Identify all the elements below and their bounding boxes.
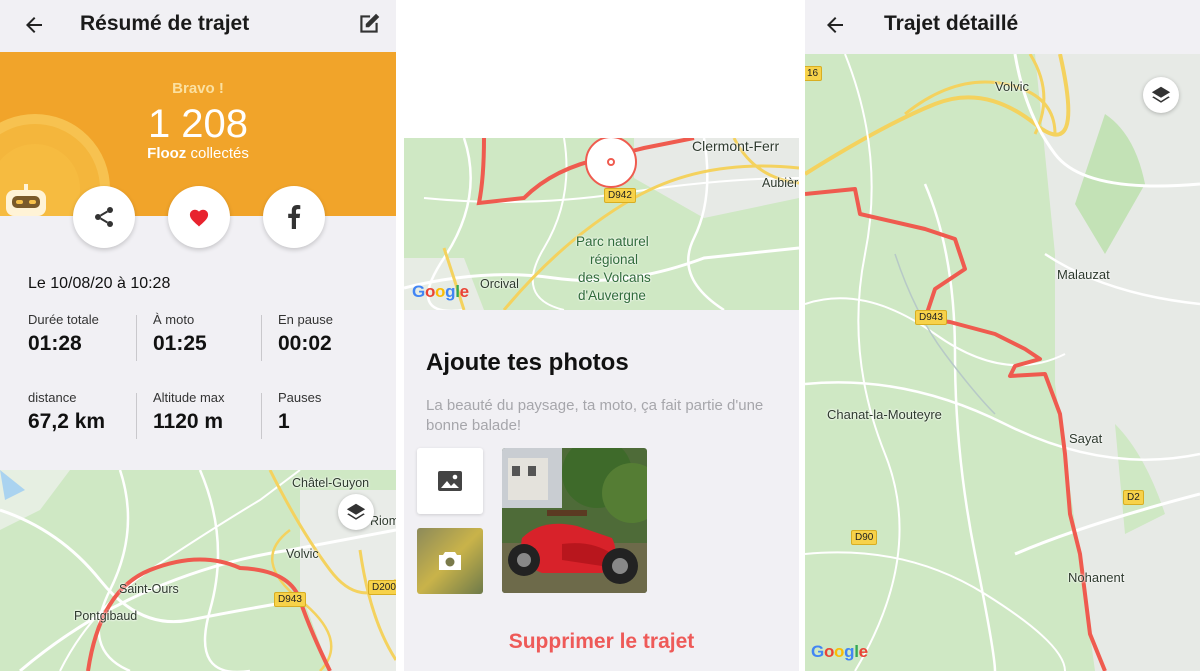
bravo-text: Bravo !	[172, 80, 224, 97]
edit-icon[interactable]	[356, 11, 382, 37]
top-area	[404, 0, 799, 138]
map-label: Orcival	[480, 277, 519, 291]
flooz-collected: collectés	[190, 145, 249, 162]
trip-date: Le 10/08/20 à 10:28	[28, 275, 171, 292]
road-tag: 16	[805, 66, 823, 81]
camera-icon	[439, 552, 461, 570]
map-label: Volvic	[286, 547, 319, 561]
map-label: Malauzat	[1057, 267, 1110, 282]
map-label: des Volcans	[578, 270, 651, 285]
map-layers-button[interactable]	[1143, 77, 1179, 113]
map-label: d'Auvergne	[578, 288, 646, 303]
map-label: Châtel-Guyon	[292, 476, 370, 490]
flooz-amount: 1 208	[147, 102, 249, 146]
trip-detail-screen: Trajet détaillé 16 D943 D2 D90 Volvic Ma	[805, 0, 1200, 671]
heart-icon	[189, 209, 209, 227]
map-label: Nohanent	[1068, 570, 1125, 585]
layers-icon	[346, 503, 366, 520]
stat-value-paused: 00:02	[278, 332, 332, 355]
road-tag: D942	[604, 188, 636, 203]
map-label: régional	[590, 252, 639, 267]
trip-map[interactable]: Clermont-Ferr Aubièr Orcival Parc nature…	[404, 138, 799, 310]
back-arrow-icon[interactable]	[823, 13, 847, 37]
map-label: Parc naturel	[576, 234, 649, 249]
add-from-gallery-button[interactable]	[417, 448, 483, 514]
road-tag: D943	[915, 310, 947, 325]
map-label: Pontgibaud	[74, 609, 138, 623]
map-layers-button[interactable]	[338, 494, 374, 530]
divider	[261, 315, 262, 361]
like-button[interactable]	[168, 186, 230, 248]
road-tag: D90	[851, 530, 878, 545]
detailed-trip-map[interactable]: 16 D943 D2 D90 Volvic Malauzat Chanat-la…	[805, 54, 1200, 671]
trip-photo-thumbnail[interactable]	[502, 448, 647, 593]
map-canvas	[805, 54, 1200, 671]
map-canvas	[0, 470, 396, 671]
marker-dot	[607, 158, 615, 166]
google-logo: Google	[412, 282, 469, 301]
trip-map-preview[interactable]: Châtel-Guyon Riom Volvic Saint-Ours Pont…	[0, 470, 396, 671]
back-arrow-icon[interactable]	[22, 13, 46, 37]
delete-trip-button[interactable]: Supprimer le trajet	[404, 630, 799, 654]
flooz-unit: Flooz	[147, 145, 187, 162]
divider	[136, 393, 137, 439]
image-icon	[438, 471, 462, 491]
map-label: Riom	[370, 514, 396, 528]
stat-value-total-duration: 01:28	[28, 332, 82, 355]
trip-photos-screen: Clermont-Ferr Aubièr Orcival Parc nature…	[404, 0, 799, 671]
add-photos-subtitle: La beauté du paysage, ta moto, ça fait p…	[426, 397, 764, 434]
road-tag: D943	[274, 592, 306, 607]
stat-value-riding: 01:25	[153, 332, 207, 355]
map-label: Saint-Ours	[119, 582, 179, 596]
trip-start-marker[interactable]	[585, 138, 637, 188]
divider	[261, 393, 262, 439]
facebook-share-button[interactable]	[263, 186, 325, 248]
layers-icon	[1151, 86, 1171, 103]
robot-mascot-icon	[6, 184, 46, 216]
page-title: Trajet détaillé	[884, 12, 1019, 35]
stat-label-pauses: Pauses	[278, 390, 322, 405]
google-logo: Google	[811, 642, 868, 661]
stat-value-distance: 67,2 km	[28, 410, 106, 433]
page-title: Résumé de trajet	[80, 12, 250, 35]
road-tag: D2	[1123, 490, 1144, 505]
app-bar: Résumé de trajet	[0, 0, 396, 52]
motorcycle-photo	[502, 448, 647, 593]
map-label: Volvic	[995, 79, 1029, 94]
map-label: Clermont-Ferr	[692, 138, 780, 154]
map-label: Sayat	[1069, 431, 1103, 446]
share-button[interactable]	[73, 186, 135, 248]
stat-value-pauses: 1	[278, 410, 290, 433]
stat-label-paused: En pause	[278, 312, 333, 327]
map-label: Chanat-la-Mouteyre	[827, 407, 942, 422]
stat-label-total-duration: Durée totale	[28, 312, 99, 327]
trip-summary-screen: Résumé de trajet Bravo ! 1 208 Flooz col…	[0, 0, 396, 671]
flooz-caption: Flooz collectés	[0, 145, 396, 162]
stat-label-max-altitude: Altitude max	[153, 390, 225, 405]
app-bar: Trajet détaillé	[805, 0, 1200, 52]
share-icon	[95, 207, 113, 227]
divider	[136, 315, 137, 361]
stat-label-riding: À moto	[153, 312, 195, 327]
facebook-icon	[288, 205, 301, 229]
stat-label-distance: distance	[28, 390, 77, 405]
stat-value-max-altitude: 1120 m	[153, 410, 224, 433]
take-photo-button[interactable]	[417, 528, 483, 594]
road-tag: D2009	[368, 580, 396, 595]
map-label: Aubièr	[762, 176, 799, 190]
add-photos-title: Ajoute tes photos	[426, 349, 629, 376]
